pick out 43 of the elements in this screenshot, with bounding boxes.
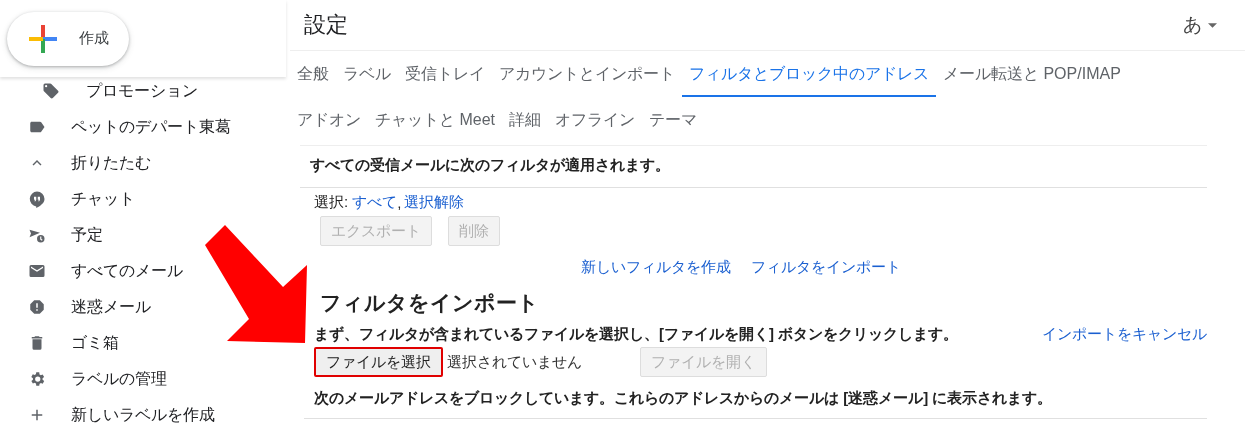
sidebar-item[interactable]: ゴミ箱: [71, 332, 119, 354]
settings-tab[interactable]: ラベル: [336, 51, 398, 97]
settings-tab[interactable]: 受信トレイ: [398, 51, 492, 97]
input-tool-button[interactable]: あ: [1183, 12, 1217, 38]
sidebar-item[interactable]: 新しいラベルを作成: [71, 404, 215, 426]
settings-tab[interactable]: 詳細: [502, 97, 548, 143]
plus-icon: [29, 24, 57, 53]
sidebar-item[interactable]: ペットのデパート東葛: [71, 116, 231, 138]
alert-icon: [28, 298, 46, 316]
section-intro: すべての受信メールに次のフィルタが適用されます。: [310, 156, 670, 173]
sidebar-item[interactable]: 折りたたむ: [71, 152, 151, 174]
sidebar-item[interactable]: プロモーション: [86, 80, 198, 102]
settings-tab[interactable]: 全般: [290, 51, 336, 97]
choose-file-button[interactable]: ファイルを選択: [314, 347, 443, 377]
caret-icon: [1208, 22, 1217, 28]
chat-icon: [28, 190, 46, 208]
cancel-import-link[interactable]: インポートをキャンセル: [1042, 325, 1207, 344]
filter-link[interactable]: フィルタをインポート: [750, 258, 901, 277]
blocked-addresses-text: 次のメールアドレスをブロックしています。これらのアドレスからのメールは [迷惑メール] に表示されます。: [314, 389, 1053, 406]
comma-separator: ,: [397, 194, 402, 211]
sidebar-item[interactable]: ラベルの管理: [71, 368, 167, 390]
select-link[interactable]: 選択解除: [404, 193, 465, 212]
settings-tab[interactable]: メール転送と POP/IMAP: [936, 51, 1128, 97]
settings-tab[interactable]: アドオン: [290, 97, 368, 143]
page-title: 設定: [304, 11, 348, 39]
sidebar-item[interactable]: 予定: [71, 224, 103, 246]
tag-icon: [42, 82, 60, 100]
sidebar-item[interactable]: すべてのメール: [71, 260, 183, 282]
settings-tab[interactable]: オフライン: [548, 97, 642, 143]
mail-icon: [28, 262, 46, 280]
settings-tab[interactable]: チャットと Meet: [368, 97, 502, 143]
file-status: 選択されていません: [447, 352, 582, 372]
select-label: 選択:: [314, 193, 349, 212]
sidebar-item[interactable]: 迷惑メール: [71, 296, 151, 318]
import-instruction: まず、フィルタが含まれているファイルを選択し、[ファイルを開く] ボタンをクリックします。: [314, 325, 959, 344]
select-link[interactable]: すべて: [352, 193, 398, 212]
section-heading: フィルタをインポート: [320, 290, 539, 316]
settings-tab[interactable]: テーマ: [642, 97, 704, 143]
settings-tab[interactable]: アカウントとインポート: [492, 51, 682, 97]
settings-tab[interactable]: フィルタとブロック中のアドレス: [682, 51, 936, 97]
compose-button[interactable]: 作成: [7, 11, 129, 66]
sidebar-item[interactable]: チャット: [71, 188, 135, 210]
filter-link[interactable]: 新しいフィルタを作成: [580, 258, 731, 277]
